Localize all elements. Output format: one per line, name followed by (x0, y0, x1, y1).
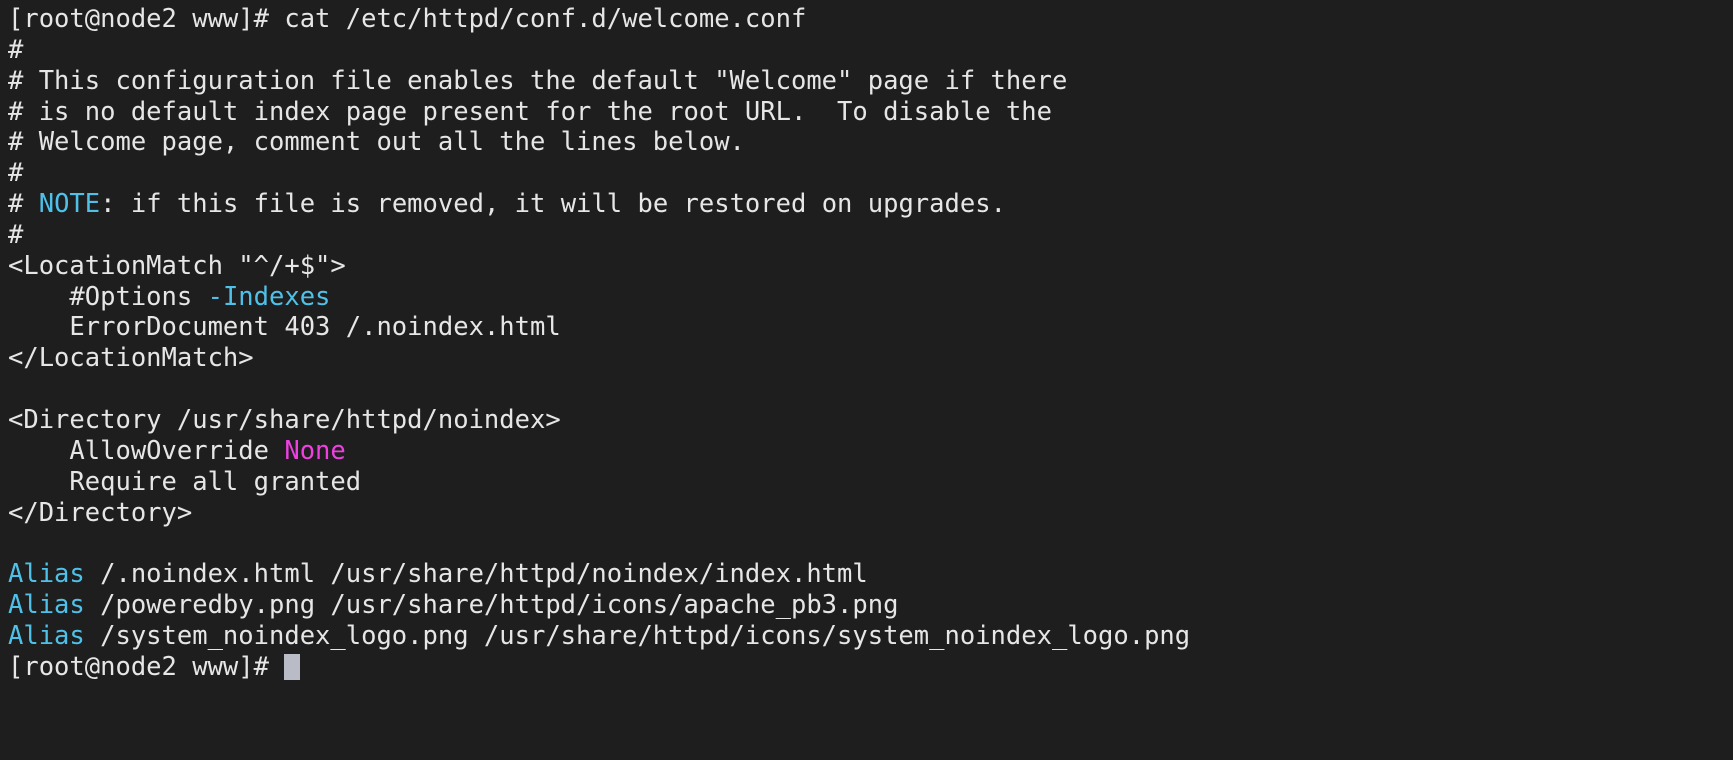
line-20-alias-poweredby-seg-0: Alias (8, 590, 85, 621)
line-17-directory-close-seg-0: </Directory> (8, 497, 193, 528)
line-15-allowoverride: AllowOverride None (8, 436, 1733, 467)
line-07-note: # NOTE: if this file is removed, it will… (8, 189, 1733, 220)
line-06-comment-seg-0: # (8, 158, 24, 189)
line-15-allowoverride-seg-0: AllowOverride (8, 435, 285, 466)
line-08-comment: # (8, 220, 1733, 251)
line-16-require: Require all granted (8, 467, 1733, 498)
line-22-prompt: [root@node2 www]# (8, 652, 1733, 683)
line-07-note-seg-2: : if this file is removed, it will be re… (100, 189, 1006, 220)
line-08-comment-seg-0: # (8, 219, 24, 250)
line-22-prompt-seg-0: [root@node2 www]# (8, 651, 285, 682)
line-03-comment: # This configuration file enables the de… (8, 66, 1733, 97)
line-04-comment: # is no default index page present for t… (8, 97, 1733, 128)
line-04-comment-seg-0: # is no default index page present for t… (8, 96, 1052, 127)
line-09-locationmatch-open-seg-0: <LocationMatch "^/+$"> (8, 250, 346, 281)
line-10-options: #Options -Indexes (8, 282, 1733, 313)
line-19-alias-noindex: Alias /.noindex.html /usr/share/httpd/no… (8, 559, 1733, 590)
line-06-comment: # (8, 158, 1733, 189)
line-05-comment-seg-0: # Welcome page, comment out all the line… (8, 127, 745, 158)
line-12-locationmatch-close-seg-0: </LocationMatch> (8, 343, 254, 374)
line-21-alias-logo: Alias /system_noindex_logo.png /usr/shar… (8, 621, 1733, 652)
line-17-directory-close: </Directory> (8, 498, 1733, 529)
line-10-options-seg-0: #Options (8, 281, 208, 312)
line-14-directory-open-seg-0: <Directory /usr/share/httpd/noindex> (8, 404, 561, 435)
terminal-screen[interactable]: [root@node2 www]# cat /etc/httpd/conf.d/… (0, 0, 1733, 760)
line-10-options-seg-1: -Indexes (207, 281, 331, 312)
line-18-blank (8, 528, 1733, 559)
line-07-note-seg-0: # (8, 189, 39, 220)
line-21-alias-logo-seg-1: /system_noindex_logo.png /usr/share/http… (84, 620, 1191, 651)
line-21-alias-logo-seg-0: Alias (8, 620, 85, 651)
line-07-note-seg-1: NOTE (38, 189, 101, 220)
line-20-alias-poweredby-seg-1: /poweredby.png /usr/share/httpd/icons/ap… (84, 590, 899, 621)
line-20-alias-poweredby: Alias /poweredby.png /usr/share/httpd/ic… (8, 590, 1733, 621)
line-09-locationmatch-open: <LocationMatch "^/+$"> (8, 251, 1733, 282)
line-16-require-seg-0: Require all granted (8, 466, 362, 497)
line-19-alias-noindex-seg-1: /.noindex.html /usr/share/httpd/noindex/… (84, 559, 868, 590)
line-14-directory-open: <Directory /usr/share/httpd/noindex> (8, 405, 1733, 436)
line-01-command: [root@node2 www]# cat /etc/httpd/conf.d/… (8, 4, 1733, 35)
line-19-alias-noindex-seg-0: Alias (8, 559, 85, 590)
line-15-allowoverride-seg-1: None (284, 435, 346, 466)
line-12-locationmatch-close: </LocationMatch> (8, 343, 1733, 374)
line-11-errordocument-seg-0: ErrorDocument 403 /.noindex.html (8, 312, 561, 343)
line-01-command-seg-1: cat /etc/httpd/conf.d/welcome.conf (284, 4, 807, 34)
line-02-comment: # (8, 35, 1733, 66)
line-01-command-seg-0: [root@node2 www]# (8, 4, 285, 34)
line-05-comment: # Welcome page, comment out all the line… (8, 127, 1733, 158)
line-11-errordocument: ErrorDocument 403 /.noindex.html (8, 312, 1733, 343)
line-02-comment-seg-0: # (8, 34, 24, 65)
line-13-blank (8, 374, 1733, 405)
line-03-comment-seg-0: # This configuration file enables the de… (8, 65, 1068, 96)
text-cursor (284, 653, 300, 680)
